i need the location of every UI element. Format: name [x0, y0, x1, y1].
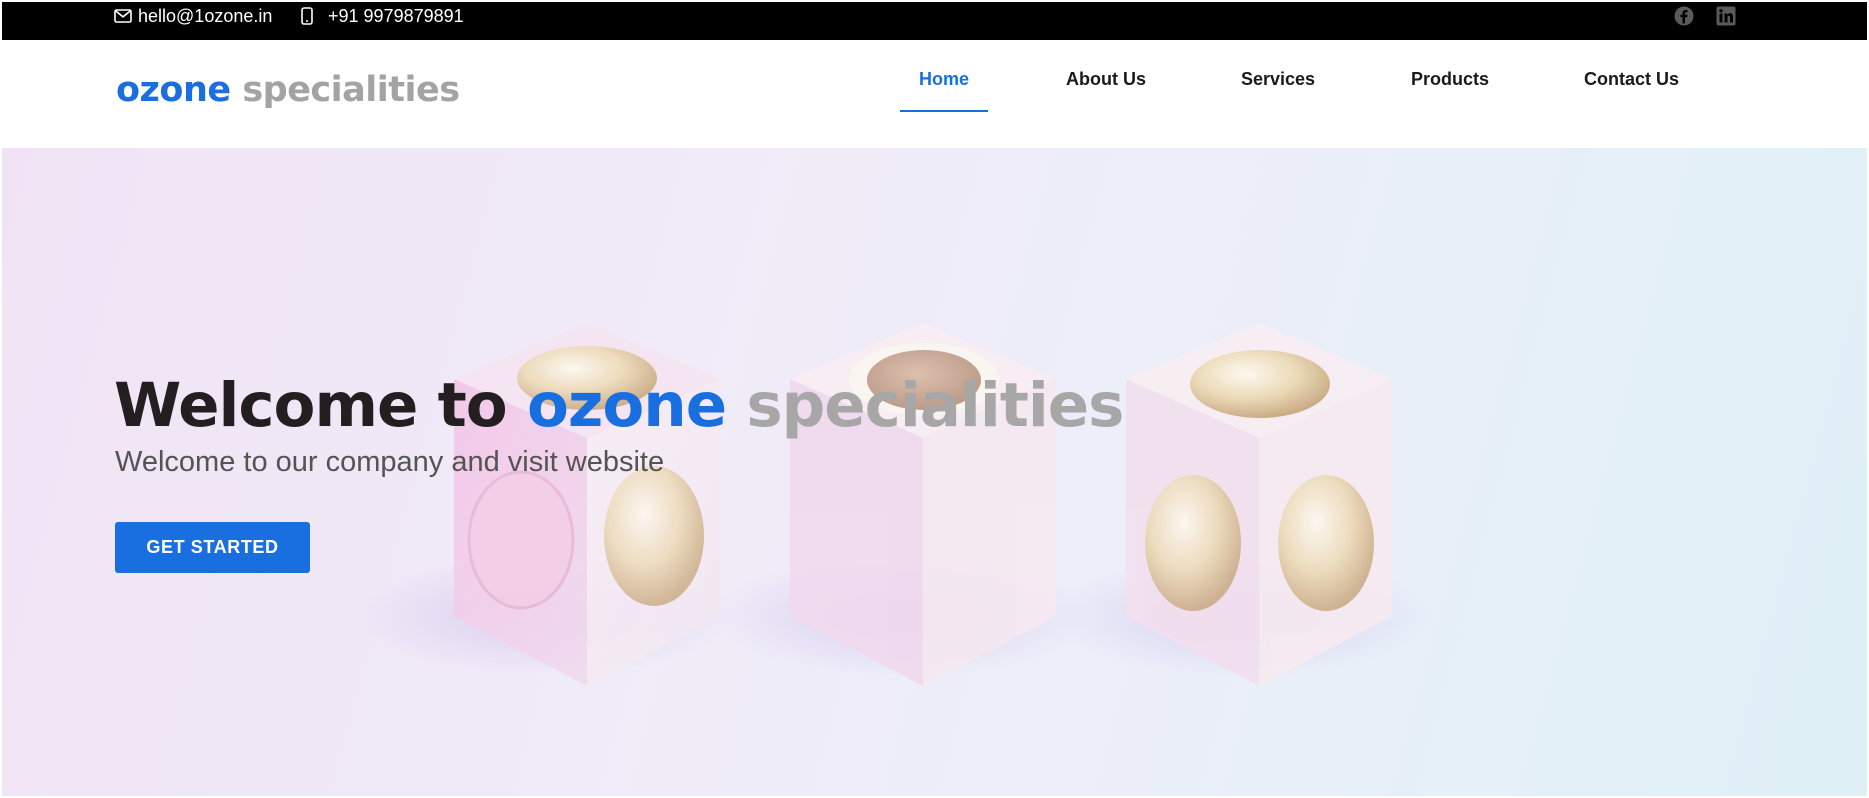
email-text: hello@1ozone.in [138, 5, 273, 26]
phone-contact[interactable]: +91 9979879891 [300, 2, 464, 30]
top-contact-bar: hello@1ozone.in +91 9979879891 [2, 2, 1867, 40]
site-header: ozone specialities Home About Us Service… [0, 40, 1869, 148]
nav-item-services[interactable]: Services [1241, 64, 1315, 94]
linkedin-icon[interactable] [1716, 6, 1736, 26]
email-contact[interactable]: hello@1ozone.in [114, 2, 272, 30]
nav-item-home[interactable]: Home [919, 64, 969, 94]
cube-three [1126, 323, 1392, 686]
hero-banner: Welcome to ozone specialities Welcome to… [2, 148, 1867, 796]
main-navigation: Home About Us Services Products Contact … [0, 40, 1869, 148]
nav-item-contact-us[interactable]: Contact Us [1584, 64, 1679, 94]
hero-title-brand-secondary: specialities [746, 370, 1124, 441]
active-nav-indicator [900, 110, 988, 112]
nav-item-products[interactable]: Products [1411, 64, 1489, 94]
hero-title-prefix: Welcome to [114, 370, 508, 441]
hero-title: Welcome to ozone specialities [114, 370, 1124, 441]
facebook-icon[interactable] [1674, 6, 1694, 26]
envelope-icon [114, 9, 132, 23]
nav-item-about-us[interactable]: About Us [1066, 64, 1146, 94]
mobile-phone-icon [301, 7, 313, 25]
hero-subtitle: Welcome to our company and visit website [115, 446, 665, 478]
phone-text: +91 9979879891 [328, 5, 464, 26]
get-started-button[interactable]: GET STARTED [115, 522, 310, 573]
hero-title-brand-primary: ozone [526, 370, 727, 441]
